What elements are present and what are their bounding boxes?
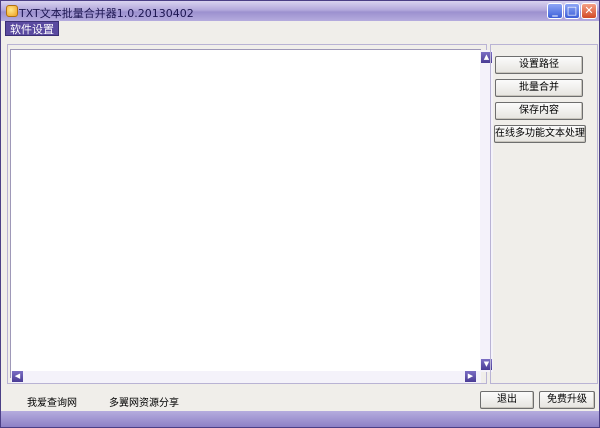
main-window: TXT文本批量合并器1.0.20130402 _ □ ✕ 软件设置 ▲ ▼ ◀ … [0,0,600,428]
exit-button[interactable]: 退出 [480,391,534,409]
text-area[interactable] [10,49,481,378]
editor-group: ▲ ▼ ◀ ▶ [7,44,493,384]
set-path-button[interactable]: 设置路径 [495,56,583,74]
horizontal-scrollbar[interactable]: ◀ ▶ [11,371,481,383]
menu-item-settings[interactable]: 软件设置 [5,21,59,36]
link-woaichaxun[interactable]: 我爱查询网 [27,394,77,409]
link-duoyi-share[interactable]: 多翼网资源分享 [109,394,179,409]
online-text-tool-button[interactable]: 在线多功能文本处理 [494,125,586,143]
save-content-button[interactable]: 保存内容 [495,102,583,120]
scroll-left-icon[interactable]: ◀ [12,371,23,382]
close-button[interactable]: ✕ [581,3,597,19]
app-icon [6,5,18,17]
bottom-border [1,411,599,427]
window-title: TXT文本批量合并器1.0.20130402 [19,7,194,20]
batch-merge-button[interactable]: 批量合并 [495,79,583,97]
title-bar[interactable]: TXT文本批量合并器1.0.20130402 _ □ ✕ [1,1,599,21]
action-panel: 设置路径 批量合并 保存内容 在线多功能文本处理 [490,44,598,384]
menu-bar: 软件设置 [1,21,599,37]
free-upgrade-button[interactable]: 免费升级 [539,391,595,409]
scroll-right-icon[interactable]: ▶ [465,371,476,382]
maximize-button[interactable]: □ [564,3,580,19]
minimize-button[interactable]: _ [547,3,563,19]
